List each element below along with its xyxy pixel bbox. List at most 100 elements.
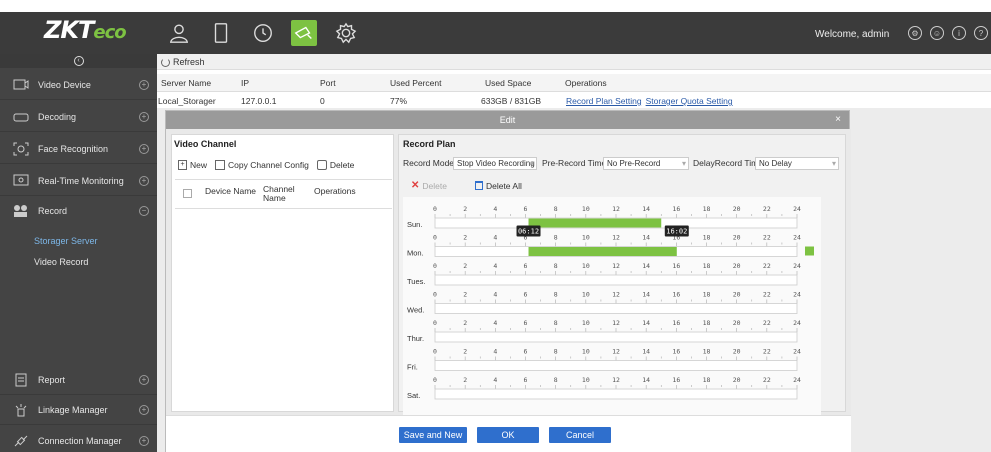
new-icon: + [178, 160, 187, 170]
column-header[interactable]: Server Name [161, 78, 211, 88]
sidebar-item-label: Connection Manager [38, 435, 122, 446]
column-header[interactable]: Operations [565, 78, 607, 88]
hour-tick-label: 14 [642, 348, 650, 356]
pre-record-time-select[interactable]: No Pre-Record ▾ [603, 157, 689, 170]
sidebar-item-real-time-monitoring[interactable]: Real-Time Monitoring + [0, 166, 157, 196]
personnel-icon[interactable] [166, 20, 192, 46]
sidebar-item-report[interactable]: Report + [0, 365, 157, 395]
hour-tick-label: 16 [672, 376, 680, 384]
time-tooltip-text: 16:02 [666, 228, 687, 236]
hour-tick-label: 8 [554, 291, 558, 299]
hour-tick-label: 22 [763, 291, 771, 299]
column-header[interactable]: Channel Name [263, 185, 303, 203]
day-timeline-row[interactable] [434, 274, 798, 286]
day-timeline-row[interactable] [434, 303, 798, 314]
record-plan-options: Record Model Stop Video Recording ▾ Pre-R… [403, 157, 843, 171]
door-icon[interactable] [208, 20, 234, 46]
day-label: Tues. [407, 277, 425, 286]
dialog-footer: Save and New OK Cancel [166, 415, 851, 452]
hour-tick-label: 12 [612, 205, 620, 213]
delay-record-time-select[interactable]: No Delay ▾ [755, 157, 839, 170]
sidebar-subitem-video-record[interactable]: Video Record [34, 257, 88, 267]
schedule-svg[interactable]: 0 2 4 6 8 10 12 14 16 18 20 22 24Sun.0 2 4 6 8 10 12 14 16 18… [403, 197, 821, 415]
select-all-checkbox[interactable] [183, 189, 192, 198]
sidebar-subitem-storager-server[interactable]: Storager Server [34, 236, 98, 246]
record-time-range[interactable] [528, 247, 677, 256]
hour-tick-label: 12 [612, 262, 620, 270]
hour-tick-label: 0 [433, 319, 437, 327]
sidebar-item-decoding[interactable]: Decoding + [0, 102, 157, 132]
column-header[interactable]: Device Name [205, 186, 256, 196]
record-time-range[interactable] [528, 218, 662, 228]
hour-tick-label: 8 [554, 262, 558, 270]
hour-tick-label: 12 [612, 291, 620, 299]
expand-icon: + [139, 435, 149, 446]
hour-tick-label: 24 [793, 234, 801, 242]
record-model-select[interactable]: Stop Video Recording ▾ [453, 157, 537, 170]
column-header[interactable]: Used Space [485, 78, 531, 88]
hour-tick-label: 22 [763, 205, 771, 213]
sidebar-item-label: Linkage Manager [38, 404, 108, 415]
port-cell: 0 [320, 96, 325, 106]
expand-icon: + [139, 79, 149, 90]
hour-tick-label: 6 [524, 205, 528, 213]
sidebar-item-face-recognition[interactable]: Face Recognition + [0, 134, 157, 164]
hour-tick-label: 22 [763, 319, 771, 327]
edit-icon [215, 160, 226, 170]
delete-all-button[interactable]: Delete All [474, 181, 522, 191]
hour-tick-label: 10 [582, 234, 590, 242]
chevron-down-icon: ▾ [831, 159, 836, 168]
connection-icon [12, 434, 30, 448]
storager-quota-setting-link[interactable]: Storager Quota Setting [646, 96, 733, 106]
column-header[interactable]: Port [320, 78, 336, 88]
welcome-text: Welcome, admin [815, 29, 890, 40]
sidebar-item-video-device[interactable]: Video Device + [0, 70, 157, 100]
hour-tick-label: 12 [612, 319, 620, 327]
info-icon[interactable]: i [952, 26, 966, 40]
delete-channel-button[interactable]: Delete [316, 160, 354, 170]
new-channel-button[interactable]: + New [178, 160, 207, 170]
attendance-icon[interactable] [250, 20, 276, 46]
table-row[interactable]: Local_Storager 127.0.0.1 0 77% 633GB / 8… [157, 92, 991, 108]
copy-schedule-icon[interactable] [805, 246, 814, 256]
dialog-header: Edit × [166, 111, 849, 129]
column-header[interactable]: Operations [314, 186, 356, 196]
copy-channel-config-button[interactable]: Copy Channel Config [215, 160, 309, 170]
hour-tick-label: 24 [793, 376, 801, 384]
sidebar-item-connection-manager[interactable]: Connection Manager + [0, 426, 157, 452]
column-header[interactable]: Used Percent [390, 78, 442, 88]
collapse-sidebar-button[interactable]: ‹ [0, 54, 157, 68]
weekly-schedule-grid[interactable]: 0 2 4 6 8 10 12 14 16 18 20 22 24 Sun. 0 2 4 6 8 10 12 14 16 18… [403, 197, 821, 415]
hour-tick-label: 16 [672, 205, 680, 213]
day-label: Sat. [407, 391, 420, 400]
cancel-button[interactable]: Cancel [549, 427, 611, 443]
hour-tick-label: 20 [733, 262, 741, 270]
collapse-icon: − [139, 206, 149, 216]
day-timeline-row[interactable] [434, 331, 798, 343]
refresh-button[interactable]: Refresh [161, 57, 205, 67]
sidebar-item-linkage-manager[interactable]: Linkage Manager + [0, 395, 157, 425]
close-icon[interactable]: × [835, 111, 841, 129]
help-icon[interactable]: ? [974, 26, 988, 40]
save-and-new-button[interactable]: Save and New [399, 427, 467, 443]
column-header[interactable]: IP [241, 78, 249, 88]
day-timeline-row[interactable] [434, 388, 798, 400]
sidebar-item-record[interactable]: Record − [0, 196, 157, 226]
hour-tick-label: 22 [763, 376, 771, 384]
main-toolbar: Refresh [157, 54, 991, 70]
hour-tick-label: 18 [703, 319, 711, 327]
user-profile-icon[interactable]: ☺ [930, 26, 944, 40]
record-plan-setting-link[interactable]: Record Plan Setting [566, 96, 642, 106]
hour-tick-label: 16 [672, 319, 680, 327]
system-settings-icon[interactable] [333, 20, 359, 46]
report-icon [12, 373, 30, 387]
video-icon[interactable] [291, 20, 317, 46]
delete-range-button[interactable]: ✕ Delete [411, 180, 447, 191]
hour-tick-label: 4 [493, 291, 497, 299]
used-percent-cell: 77% [390, 96, 408, 106]
day-timeline-row[interactable] [434, 360, 798, 371]
hour-tick-label: 0 [433, 205, 437, 213]
gear-icon[interactable]: ⚙ [908, 26, 922, 40]
ok-button[interactable]: OK [477, 427, 539, 443]
top-bar: ZKTeco Welcome, admin ⚙ ☺ i ? [0, 12, 991, 54]
